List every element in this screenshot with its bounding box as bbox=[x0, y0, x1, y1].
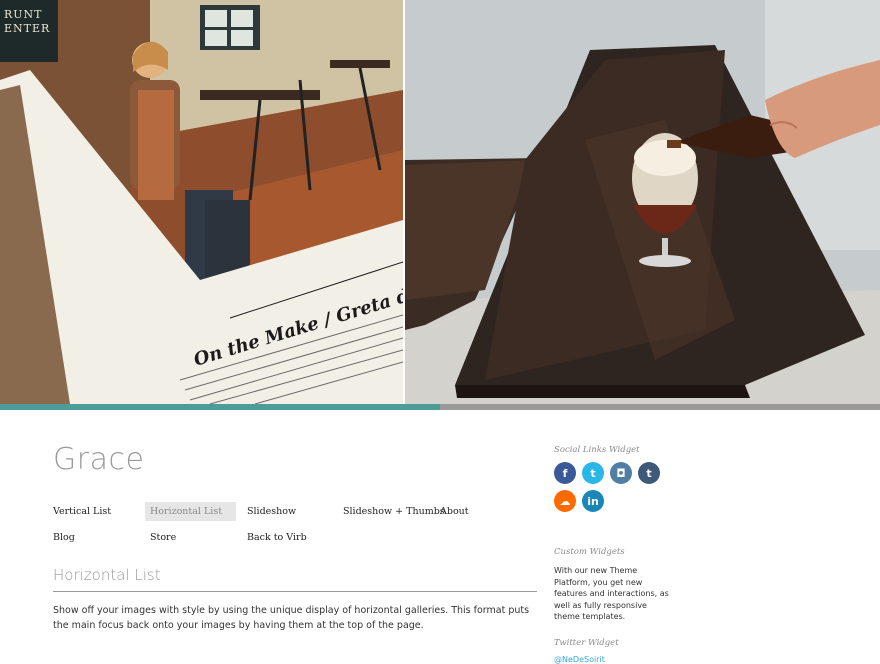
nav-item-slideshow[interactable]: Slideshow bbox=[242, 502, 301, 521]
twitter-icon[interactable]: t bbox=[582, 462, 604, 484]
soundcloud-icon[interactable]: ☁ bbox=[554, 490, 576, 512]
twitter-widget-title: Twitter Widget bbox=[554, 638, 619, 648]
nav-item-about[interactable]: About bbox=[435, 502, 474, 521]
table-photo bbox=[405, 0, 880, 404]
nav-item-store[interactable]: Store bbox=[145, 528, 181, 547]
section-body: Show off your images with style by using… bbox=[53, 605, 530, 631]
nav-item-slideshow-thumbs[interactable]: Slideshow + Thumbs bbox=[338, 502, 450, 521]
section-divider bbox=[53, 591, 537, 592]
gallery-progress-fill bbox=[0, 404, 440, 410]
magazine-photo: On the Make / Greta de Parry RUNTENTER bbox=[0, 0, 403, 404]
nav-item-blog[interactable]: Blog bbox=[48, 528, 80, 547]
nav-item-horizontal-list[interactable]: Horizontal List bbox=[145, 502, 236, 521]
facebook-icon[interactable]: f bbox=[554, 462, 576, 484]
custom-widget-title: Custom Widgets bbox=[554, 547, 625, 557]
instagram-icon[interactable]: ◘ bbox=[610, 462, 632, 484]
gallery-image-magazine[interactable]: On the Make / Greta de Parry RUNTENTER bbox=[0, 0, 403, 404]
site-title[interactable]: Grace bbox=[53, 442, 144, 477]
gallery-image-table[interactable] bbox=[405, 0, 880, 404]
tumblr-icon[interactable]: t bbox=[638, 462, 660, 484]
linkedin-icon[interactable]: in bbox=[582, 490, 604, 512]
gallery-progress-bar bbox=[0, 404, 880, 410]
custom-widget-text: With our new Theme Platform, you get new… bbox=[554, 566, 669, 621]
nav-item-back-to-virb[interactable]: Back to Virb bbox=[242, 528, 312, 547]
social-widget-title: Social Links Widget bbox=[554, 445, 640, 455]
nav-item-vertical-list[interactable]: Vertical List bbox=[48, 502, 116, 521]
horizontal-gallery[interactable]: On the Make / Greta de Parry RUNTENTER bbox=[0, 0, 880, 404]
section-title: Horizontal List bbox=[53, 566, 161, 584]
